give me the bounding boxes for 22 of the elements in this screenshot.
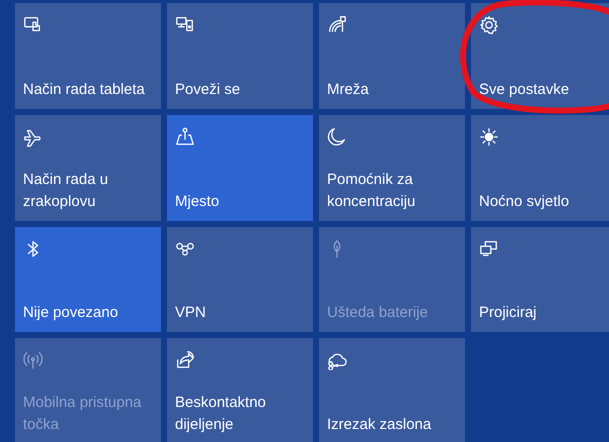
quick-action-tile[interactable]: Projiciraj bbox=[471, 227, 609, 332]
moon-icon bbox=[327, 127, 347, 147]
quick-action-tile[interactable]: VPN bbox=[167, 227, 313, 332]
sun-icon bbox=[479, 127, 499, 147]
quick-action-tile[interactable]: Način rada tableta bbox=[15, 3, 161, 109]
signal-icon bbox=[327, 15, 347, 35]
quick-action-tile[interactable]: Pomoćnik za koncentraciju bbox=[319, 115, 465, 221]
quick-action-tile[interactable]: Mjesto bbox=[167, 115, 313, 221]
quick-action-tile[interactable]: Način rada u zrakoplovu bbox=[15, 115, 161, 221]
quick-action-tile[interactable]: Nije povezano bbox=[15, 227, 161, 332]
monitors-icon bbox=[479, 239, 499, 259]
map-pin-icon bbox=[175, 127, 195, 147]
antenna-icon bbox=[23, 350, 43, 370]
settings-icon bbox=[479, 15, 499, 35]
airplane-icon bbox=[23, 127, 43, 147]
quick-action-tile[interactable]: Mreža bbox=[319, 3, 465, 109]
quick-action-tile[interactable]: Beskontaktno dijeljenje bbox=[167, 338, 313, 442]
quick-action-tile[interactable]: Noćno svjetlo bbox=[471, 115, 609, 221]
quick-action-tile[interactable]: Poveži se bbox=[167, 3, 313, 109]
share-icon bbox=[175, 350, 195, 370]
quick-action-tile[interactable]: Sve postavke bbox=[471, 3, 609, 109]
quick-action-tile[interactable]: Izrezak zaslona bbox=[319, 338, 465, 442]
